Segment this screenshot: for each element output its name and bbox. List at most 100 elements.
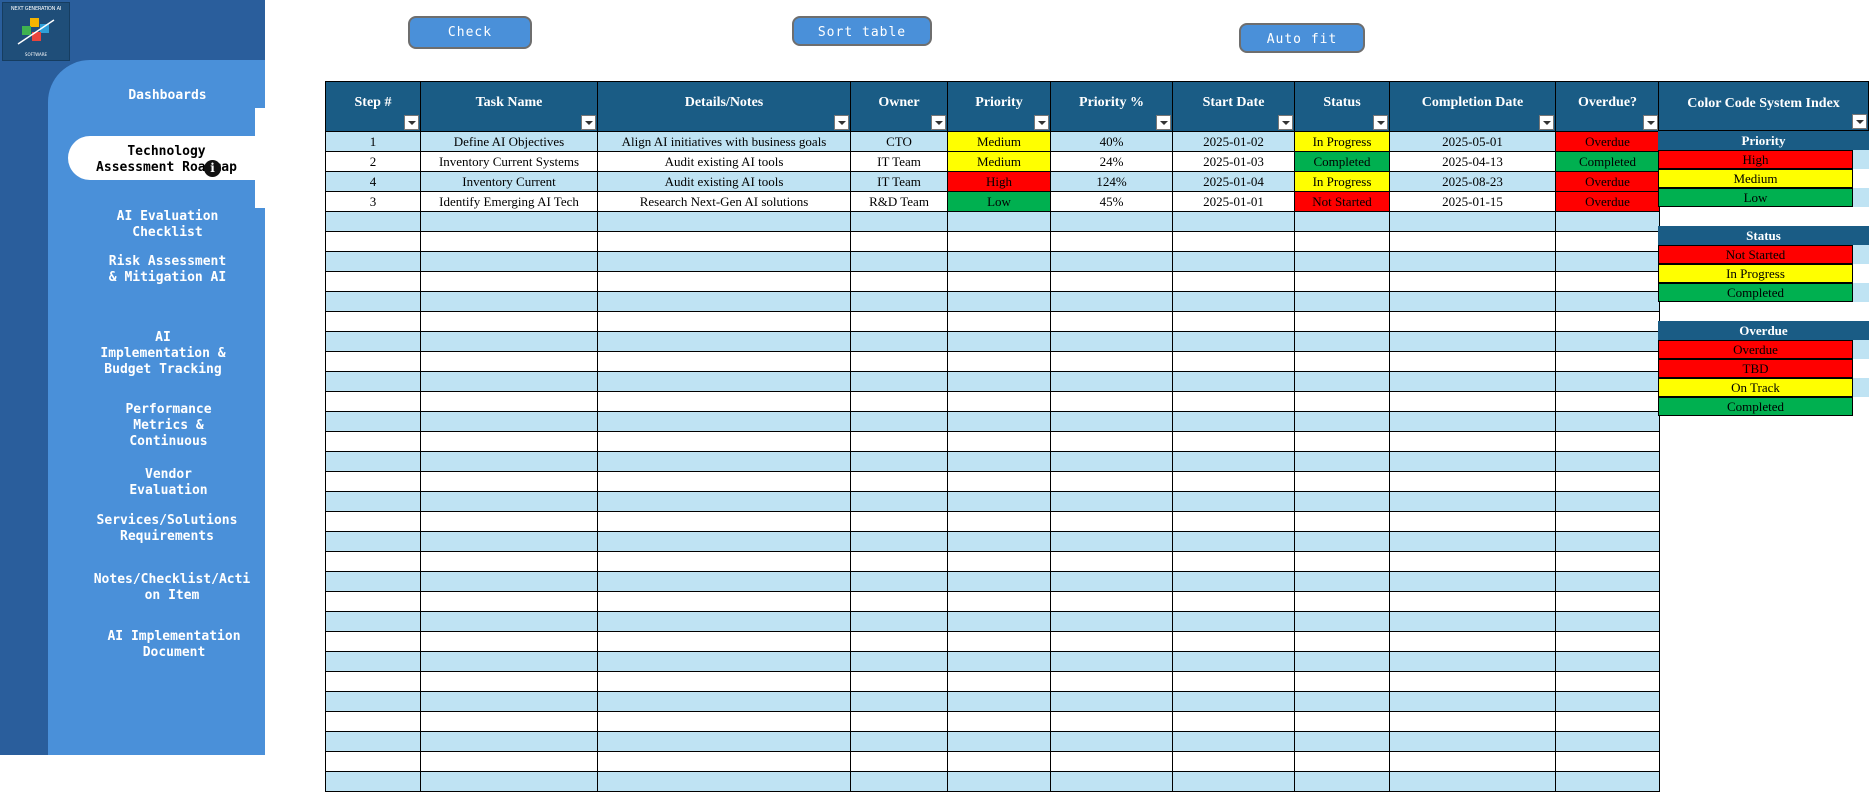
sidebar-item-ai-evaluation-checklist[interactable]: AI Evaluation Checklist [90, 209, 245, 241]
empty-cell[interactable] [947, 211, 1051, 232]
empty-cell[interactable] [597, 711, 851, 732]
empty-cell[interactable] [420, 311, 598, 332]
empty-cell[interactable] [1172, 211, 1295, 232]
empty-cell[interactable] [1555, 291, 1660, 312]
cell-priority[interactable]: Medium [947, 151, 1051, 172]
empty-cell[interactable] [850, 451, 948, 472]
empty-cell[interactable] [1050, 551, 1173, 572]
empty-cell[interactable] [1172, 311, 1295, 332]
empty-cell[interactable] [850, 591, 948, 612]
empty-cell[interactable] [1172, 771, 1295, 792]
empty-cell[interactable] [850, 551, 948, 572]
empty-cell[interactable] [850, 251, 948, 272]
filter-dropdown-icon[interactable] [1278, 115, 1293, 130]
empty-cell[interactable] [325, 471, 421, 492]
empty-cell[interactable] [597, 771, 851, 792]
filter-dropdown-icon[interactable] [1643, 115, 1658, 130]
empty-cell[interactable] [1172, 331, 1295, 352]
empty-cell[interactable] [1172, 731, 1295, 752]
empty-cell[interactable] [1389, 651, 1556, 672]
auto-fit-button[interactable]: Auto fit [1239, 23, 1365, 53]
empty-cell[interactable] [1172, 531, 1295, 552]
cell-priority[interactable]: Medium [947, 131, 1051, 152]
empty-cell[interactable] [1294, 651, 1390, 672]
empty-cell[interactable] [420, 271, 598, 292]
empty-cell[interactable] [1389, 731, 1556, 752]
empty-cell[interactable] [420, 411, 598, 432]
empty-cell[interactable] [850, 431, 948, 452]
cell-details[interactable]: Audit existing AI tools [597, 151, 851, 172]
sidebar-item-dashboards[interactable]: Dashboards [90, 88, 245, 104]
empty-cell[interactable] [1389, 611, 1556, 632]
filter-dropdown-icon[interactable] [834, 115, 849, 130]
empty-cell[interactable] [1050, 611, 1173, 632]
filter-dropdown-icon[interactable] [1156, 115, 1171, 130]
empty-cell[interactable] [947, 671, 1051, 692]
empty-cell[interactable] [1555, 251, 1660, 272]
cell-task-name[interactable]: Define AI Objectives [420, 131, 598, 152]
empty-cell[interactable] [947, 551, 1051, 572]
empty-cell[interactable] [947, 231, 1051, 252]
empty-cell[interactable] [850, 271, 948, 292]
empty-cell[interactable] [947, 471, 1051, 492]
empty-cell[interactable] [597, 671, 851, 692]
empty-cell[interactable] [947, 311, 1051, 332]
empty-cell[interactable] [1172, 251, 1295, 272]
empty-cell[interactable] [597, 571, 851, 592]
empty-cell[interactable] [1389, 551, 1556, 572]
empty-cell[interactable] [1294, 411, 1390, 432]
empty-cell[interactable] [1389, 691, 1556, 712]
cell-overdue[interactable]: Overdue [1555, 131, 1660, 152]
empty-cell[interactable] [597, 251, 851, 272]
empty-cell[interactable] [1172, 371, 1295, 392]
empty-cell[interactable] [1050, 771, 1173, 792]
empty-cell[interactable] [1172, 631, 1295, 652]
empty-cell[interactable] [597, 691, 851, 712]
empty-cell[interactable] [947, 591, 1051, 612]
empty-cell[interactable] [1050, 371, 1173, 392]
empty-cell[interactable] [1389, 291, 1556, 312]
empty-cell[interactable] [597, 551, 851, 572]
sidebar-item-services-solutions[interactable]: Services/Solutions Requirements [86, 513, 248, 545]
empty-cell[interactable] [1050, 631, 1173, 652]
empty-cell[interactable] [1555, 471, 1660, 492]
empty-cell[interactable] [1294, 771, 1390, 792]
empty-cell[interactable] [1294, 491, 1390, 512]
empty-cell[interactable] [1172, 431, 1295, 452]
empty-cell[interactable] [1389, 491, 1556, 512]
empty-cell[interactable] [1294, 611, 1390, 632]
empty-cell[interactable] [1050, 591, 1173, 612]
cell-completion-date[interactable]: 2025-08-23 [1389, 171, 1556, 192]
empty-cell[interactable] [1172, 451, 1295, 472]
empty-cell[interactable] [1050, 691, 1173, 712]
empty-cell[interactable] [1294, 371, 1390, 392]
empty-cell[interactable] [1172, 611, 1295, 632]
cell-task-name[interactable]: Identify Emerging AI Tech [420, 191, 598, 212]
empty-cell[interactable] [597, 731, 851, 752]
empty-cell[interactable] [597, 431, 851, 452]
cell-details[interactable]: Audit existing AI tools [597, 171, 851, 192]
empty-cell[interactable] [597, 471, 851, 492]
empty-cell[interactable] [1389, 251, 1556, 272]
cell-owner[interactable]: IT Team [850, 151, 948, 172]
empty-cell[interactable] [1294, 451, 1390, 472]
empty-cell[interactable] [1172, 271, 1295, 292]
empty-cell[interactable] [325, 391, 421, 412]
empty-cell[interactable] [1050, 331, 1173, 352]
empty-cell[interactable] [1555, 211, 1660, 232]
empty-cell[interactable] [1294, 311, 1390, 332]
empty-cell[interactable] [597, 331, 851, 352]
empty-cell[interactable] [1389, 451, 1556, 472]
empty-cell[interactable] [1389, 571, 1556, 592]
empty-cell[interactable] [1172, 651, 1295, 672]
empty-cell[interactable] [325, 571, 421, 592]
empty-cell[interactable] [1172, 291, 1295, 312]
filter-dropdown-icon[interactable] [581, 115, 596, 130]
empty-cell[interactable] [947, 531, 1051, 552]
empty-cell[interactable] [850, 291, 948, 312]
empty-cell[interactable] [947, 711, 1051, 732]
cell-start-date[interactable]: 2025-01-04 [1172, 171, 1295, 192]
empty-cell[interactable] [420, 471, 598, 492]
empty-cell[interactable] [420, 571, 598, 592]
empty-cell[interactable] [597, 391, 851, 412]
